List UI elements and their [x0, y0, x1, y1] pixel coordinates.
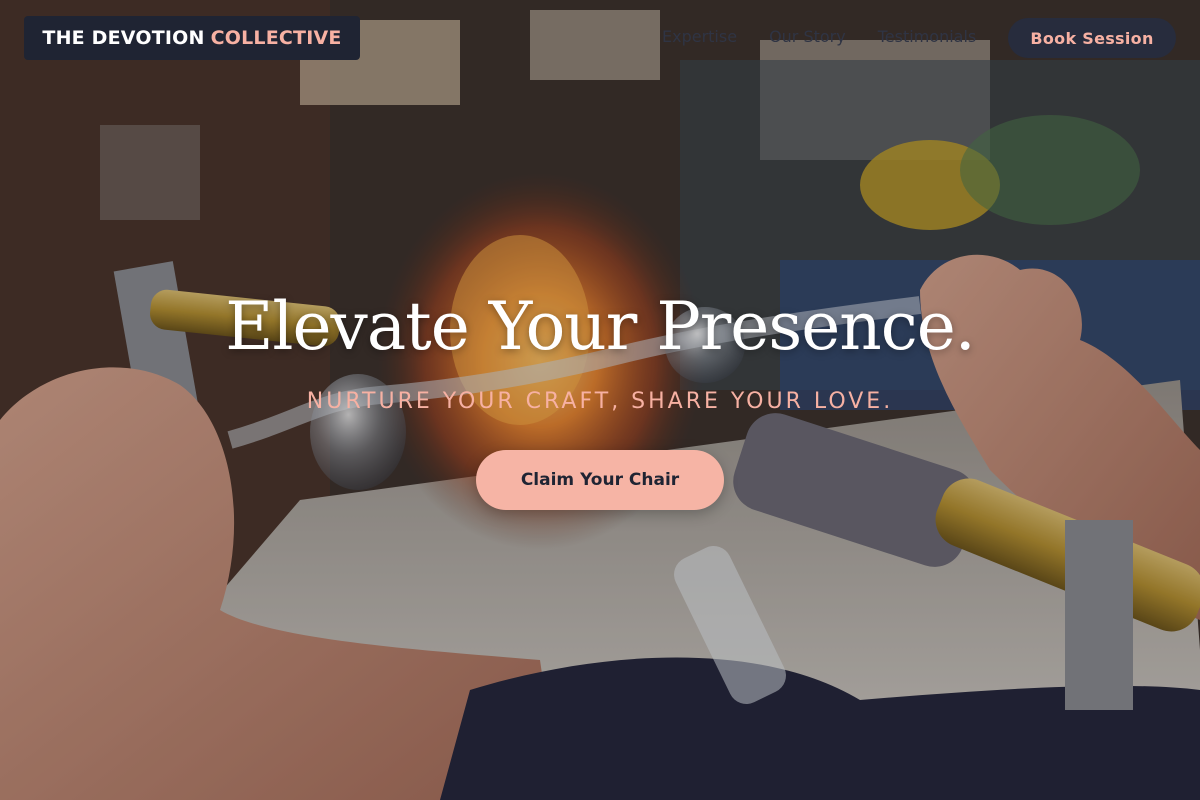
main-nav: Expertise Our Story Testimonials	[662, 26, 976, 48]
brand-logo[interactable]: THE DEVOTION COLLECTIVE	[24, 16, 360, 60]
nav-link-testimonials[interactable]: Testimonials	[878, 26, 977, 48]
book-session-button[interactable]: Book Session	[1008, 18, 1176, 58]
brand-name-primary: THE DEVOTION	[42, 27, 205, 49]
hero-tagline: NURTURE YOUR CRAFT, SHARE YOUR LOVE.	[306, 389, 894, 414]
nav-link-expertise[interactable]: Expertise	[662, 26, 737, 48]
nav-link-our-story[interactable]: Our Story	[769, 26, 846, 48]
hero-headline: Elevate Your Presence.	[225, 288, 976, 365]
hero-section: THE DEVOTION COLLECTIVE Expertise Our St…	[0, 0, 1200, 800]
brand-name-accent: COLLECTIVE	[210, 27, 342, 49]
claim-chair-button[interactable]: Claim Your Chair	[476, 450, 724, 510]
